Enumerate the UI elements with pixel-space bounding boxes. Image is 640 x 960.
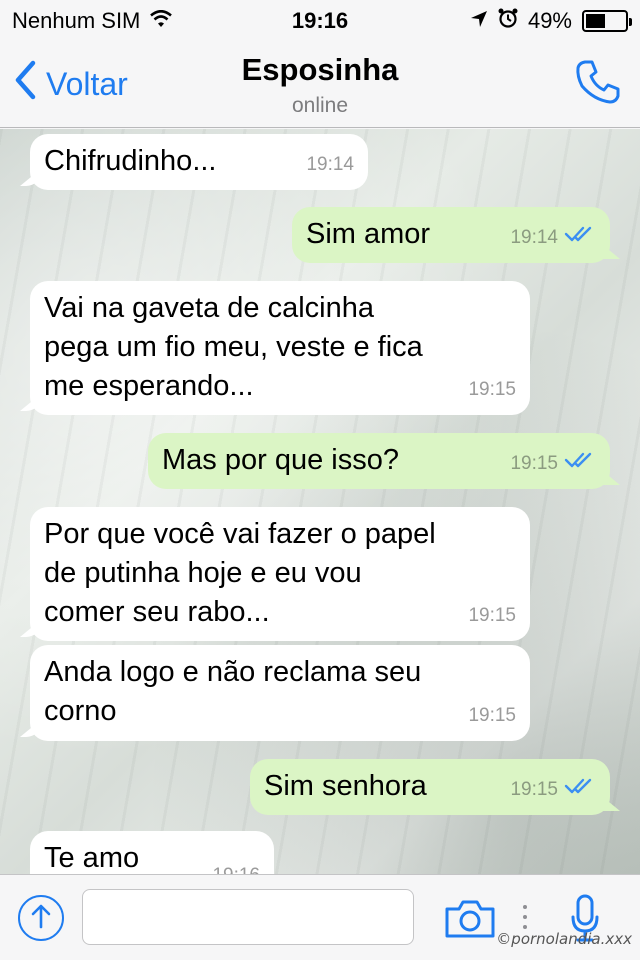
message-time: 19:15 <box>468 379 516 400</box>
double-check-icon <box>564 770 596 809</box>
input-bar: ©pornolandia.xxx <box>0 874 640 960</box>
status-bar: Nenhum SIM 19:16 49% <box>0 0 640 40</box>
message-time: 19:15 <box>468 605 516 626</box>
double-check-icon <box>564 218 596 257</box>
message-text: Vai na gaveta de calcinha pega um fio me… <box>44 292 423 402</box>
contact-status: online <box>291 94 349 117</box>
message-meta: 19:15 <box>510 444 596 483</box>
incoming-message[interactable]: Te amo19:16 <box>30 831 274 874</box>
arrow-up-icon <box>30 903 52 934</box>
incoming-message[interactable]: Por que você vai fazer o papel de putinh… <box>30 507 530 641</box>
message-time: 19:14 <box>510 227 558 248</box>
message-time: 19:15 <box>510 453 558 474</box>
location-arrow-icon <box>470 8 488 34</box>
message-meta: 19:15 <box>468 596 516 635</box>
incoming-message[interactable]: Anda logo e não reclama seu corno 19:15 <box>30 645 530 741</box>
message-meta: 19:15 <box>468 370 516 409</box>
message-meta: 19:14 <box>510 218 596 257</box>
incoming-message[interactable]: Vai na gaveta de calcinha pega um fio me… <box>30 281 530 415</box>
message-meta: 19:16 <box>212 856 260 874</box>
message-time: 19:16 <box>212 856 260 874</box>
message-time: 19:15 <box>468 705 516 726</box>
message-text: Por que você vai fazer o papel de putinh… <box>44 518 436 628</box>
camera-icon <box>444 900 496 943</box>
chat-header: Voltar Esposinha online <box>0 40 640 128</box>
outgoing-message[interactable]: Mas por que isso? 19:15 <box>148 433 610 489</box>
contact-info[interactable]: Esposinha online <box>0 52 640 118</box>
message-meta: 19:15 <box>468 696 516 735</box>
outgoing-message[interactable]: Sim senhora 19:15 <box>250 759 610 815</box>
outgoing-message[interactable]: Sim amor 19:14 <box>292 207 610 263</box>
message-meta: 19:14 <box>306 145 354 184</box>
watermark: ©pornolandia.xxx <box>496 930 632 948</box>
phone-icon <box>574 60 622 110</box>
battery-icon <box>582 10 632 32</box>
message-meta: 19:15 <box>510 770 596 809</box>
message-input[interactable] <box>82 889 414 945</box>
battery-percent: 49% <box>527 8 572 33</box>
message-list[interactable]: Chifrudinho... 19:14 Sim amor 19:14 Vai na g… <box>0 129 640 874</box>
battery-level <box>586 14 605 28</box>
message-text: Anda logo e não reclama seu corno <box>44 656 422 727</box>
divider-dots <box>523 905 527 929</box>
alarm-icon <box>498 8 518 34</box>
camera-button[interactable] <box>444 899 496 944</box>
share-button[interactable] <box>18 895 64 941</box>
call-button[interactable] <box>574 58 622 111</box>
contact-name: Esposinha <box>241 52 399 87</box>
incoming-message[interactable]: Chifrudinho... 19:14 <box>30 134 368 190</box>
double-check-icon <box>564 444 596 483</box>
message-time: 19:14 <box>306 154 354 175</box>
message-time: 19:15 <box>510 779 558 800</box>
status-right: 49% <box>470 8 632 34</box>
